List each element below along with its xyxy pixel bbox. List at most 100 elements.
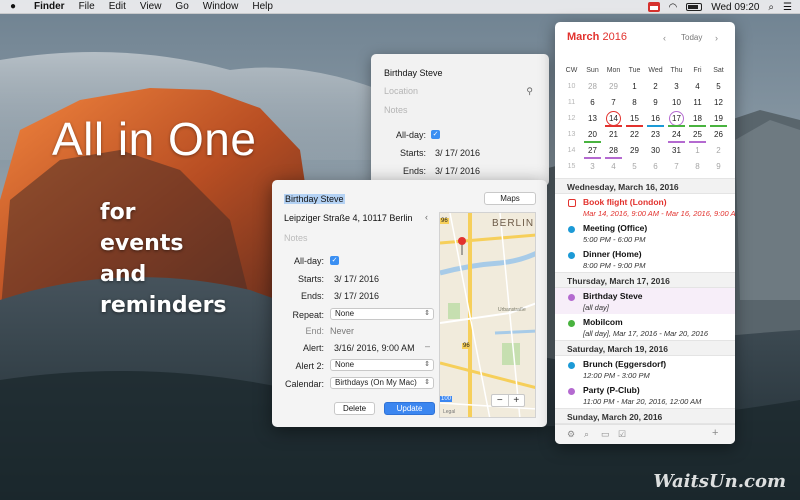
day-cell[interactable]: 25: [687, 130, 708, 143]
day-cell[interactable]: 7: [603, 98, 624, 107]
battery-icon[interactable]: [686, 3, 703, 11]
starts-value[interactable]: 3/ 17/ 2016: [435, 148, 480, 158]
day-cell[interactable]: 2: [708, 146, 729, 155]
list-item[interactable]: Mobilcom [all day], Mar 17, 2016 - Mar 2…: [555, 314, 735, 340]
menu-help[interactable]: Help: [252, 1, 273, 12]
day-cell[interactable]: 27: [582, 146, 603, 159]
day-cell[interactable]: 28: [603, 146, 624, 159]
day-cell[interactable]: 3: [666, 82, 687, 91]
update-button[interactable]: Update: [384, 402, 435, 415]
zoom-out-button[interactable]: −: [492, 395, 508, 406]
day-cell[interactable]: 6: [645, 162, 666, 171]
map-legal-link[interactable]: Legal: [443, 409, 455, 415]
location-field[interactable]: Location: [384, 86, 418, 96]
chevron-left-icon[interactable]: ‹: [425, 212, 428, 222]
day-cell[interactable]: 1: [687, 146, 708, 155]
ends-value[interactable]: 3/ 17/ 2016: [435, 166, 480, 176]
day-cell[interactable]: 8: [687, 162, 708, 171]
day-cell[interactable]: 9: [645, 98, 666, 107]
day-cell-today[interactable]: 14: [603, 110, 624, 127]
list-item-selected[interactable]: Birthday Steve [all day]: [555, 288, 735, 314]
day-cell[interactable]: 21: [603, 130, 624, 139]
menu-view[interactable]: View: [140, 1, 162, 12]
notification-center-icon[interactable]: ☰: [783, 2, 792, 13]
starts-value[interactable]: 3/ 17/ 2016: [334, 274, 379, 284]
day-cell[interactable]: 19: [708, 114, 729, 127]
add-event-button[interactable]: +: [712, 427, 718, 439]
wifi-icon[interactable]: ◠: [669, 2, 678, 13]
day-cell[interactable]: 28: [582, 82, 603, 91]
day-cell[interactable]: 13: [582, 114, 603, 123]
list-item[interactable]: Meeting (Office) 5:00 PM - 6:00 PM: [555, 220, 735, 246]
list-item[interactable]: Party (P-Club) 11:00 PM - Mar 20, 2016, …: [555, 382, 735, 408]
search-icon[interactable]: ⌕: [584, 429, 589, 440]
day-cell[interactable]: 26: [708, 130, 729, 139]
event-underline: [626, 124, 643, 127]
reminder-checkbox[interactable]: [568, 199, 576, 207]
calendar-view-icon[interactable]: ▭: [601, 429, 610, 440]
delete-button[interactable]: Delete: [334, 402, 375, 415]
day-cell[interactable]: 4: [687, 82, 708, 91]
day-cell[interactable]: 29: [603, 82, 624, 91]
day-cell[interactable]: 18: [687, 114, 708, 127]
day-cell[interactable]: 3: [582, 162, 603, 171]
gear-icon[interactable]: ⚙: [567, 429, 575, 440]
day-cell[interactable]: 24: [666, 130, 687, 143]
next-month-button[interactable]: ›: [715, 33, 718, 43]
day-cell[interactable]: 11: [687, 98, 708, 107]
notes-field[interactable]: Notes: [384, 105, 408, 115]
alert-value[interactable]: 3/16/ 2016, 9:00 AM: [334, 343, 415, 353]
day-cell[interactable]: 15: [624, 114, 645, 127]
location-pin-icon[interactable]: ⚲: [526, 86, 533, 97]
menu-window[interactable]: Window: [203, 1, 239, 12]
day-cell[interactable]: 5: [708, 82, 729, 91]
address-field[interactable]: Leipziger Straße 4, 10117 Berlin: [284, 213, 422, 223]
event-title[interactable]: Birthday Steve: [384, 68, 443, 78]
menu-file[interactable]: File: [79, 1, 95, 12]
day-cell[interactable]: 10: [666, 98, 687, 107]
notes-field[interactable]: Notes: [284, 233, 308, 243]
day-cell[interactable]: 8: [624, 98, 645, 107]
spotlight-search-icon[interactable]: ⌕: [768, 2, 774, 13]
event-title-field[interactable]: Birthday Steve: [284, 194, 345, 204]
reminders-view-icon[interactable]: ☑: [618, 429, 626, 440]
allday-checkbox[interactable]: ✓: [431, 130, 440, 139]
day-cell[interactable]: 31: [666, 146, 687, 155]
list-item[interactable]: Book flight (London) Mar 14, 2016, 9:00 …: [555, 194, 735, 220]
day-cell[interactable]: 2: [645, 82, 666, 91]
menubar-clock[interactable]: Wed 09:20: [711, 2, 759, 13]
day-cell[interactable]: 9: [708, 162, 729, 171]
location-map[interactable]: BERLIN 96 96 100 Urbanstraße Legal − +: [439, 212, 536, 418]
remove-alert-icon[interactable]: –: [425, 341, 430, 351]
apple-icon[interactable]: ●: [10, 1, 22, 12]
day-cell[interactable]: 7: [666, 162, 687, 171]
day-cell[interactable]: 5: [624, 162, 645, 171]
menu-go[interactable]: Go: [175, 1, 188, 12]
list-item[interactable]: Dinner (Home) 8:00 PM - 9:00 PM: [555, 246, 735, 272]
zoom-in-button[interactable]: +: [507, 395, 525, 406]
list-item[interactable]: Brunch (Eggersdorf) 12:00 PM - 3:00 PM: [555, 356, 735, 382]
repeat-select[interactable]: None ⇕: [330, 308, 434, 320]
day-cell[interactable]: 30: [645, 146, 666, 155]
day-cell[interactable]: 29: [624, 146, 645, 155]
ends-value[interactable]: 3/ 17/ 2016: [334, 291, 379, 301]
day-cell-selected[interactable]: 17: [666, 110, 687, 127]
menu-app-name[interactable]: Finder: [34, 1, 65, 12]
day-cell[interactable]: 20: [582, 130, 603, 143]
maps-button[interactable]: Maps: [484, 192, 536, 205]
day-cell[interactable]: 22: [624, 130, 645, 139]
day-cell[interactable]: 6: [582, 98, 603, 107]
day-cell[interactable]: 16: [645, 114, 666, 127]
calendar-select[interactable]: Birthdays (On My Mac) ⇕: [330, 377, 434, 389]
day-cell[interactable]: 4: [603, 162, 624, 171]
menu-edit[interactable]: Edit: [109, 1, 126, 12]
day-cell[interactable]: 12: [708, 98, 729, 107]
prev-month-button[interactable]: ‹: [663, 33, 666, 43]
alert2-select[interactable]: None ⇕: [330, 359, 434, 371]
day-cell[interactable]: 1: [624, 82, 645, 91]
day-cell[interactable]: 23: [645, 130, 666, 139]
week-number: 15: [567, 162, 576, 170]
allday-checkbox[interactable]: ✓: [330, 256, 339, 265]
today-button[interactable]: Today: [681, 33, 702, 42]
calendar-menubar-icon[interactable]: [647, 2, 660, 12]
